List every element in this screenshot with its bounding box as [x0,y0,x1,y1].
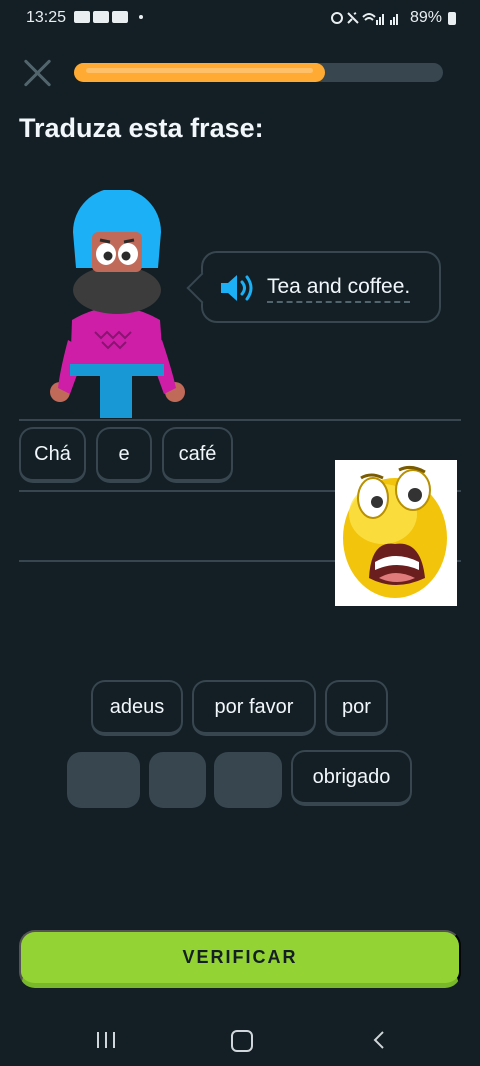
scared-emoji-sticker [335,460,457,606]
home-icon[interactable] [231,1030,253,1052]
status-time: 13:25 [26,9,67,26]
word-bank-empty-slot [67,752,140,808]
back-icon[interactable] [370,1030,390,1050]
system-status-icons [330,12,398,25]
answer-tile[interactable]: Chá [19,427,86,483]
word-bank-tile[interactable]: por [325,680,388,736]
verify-button[interactable]: VERIFICAR [19,930,461,988]
word-bank-tile[interactable]: por favor [192,680,316,736]
battery-icon [448,11,456,25]
status-right: 89% [330,9,456,27]
more-notifications-icon [139,15,143,19]
character-illustration [50,190,185,418]
youtube-notification-icon [112,11,128,23]
app-notification-icon [93,11,109,23]
speaker-icon[interactable] [219,273,257,303]
lesson-progress-fill [74,63,325,82]
answer-tile[interactable]: e [96,427,152,483]
answer-line [19,419,461,421]
close-icon[interactable] [22,58,52,88]
navigation-bar [0,1010,480,1066]
word-bank-tile[interactable]: adeus [91,680,183,736]
youtube-notification-icon [74,11,90,23]
speech-bubble: Tea and coffee. [186,251,441,323]
speech-bubble-tail [186,272,218,304]
prompt-sentence[interactable]: Tea and coffee. [267,275,411,303]
word-bank-empty-slot [149,752,206,808]
recent-apps-icon[interactable] [97,1032,117,1048]
notification-icons [74,11,143,23]
word-bank-empty-slot [214,752,282,808]
battery-percent: 89% [409,9,442,26]
status-bar: 13:25 89% [0,0,480,36]
page-title: Traduza esta frase: [19,113,264,143]
word-bank-tile[interactable]: obrigado [291,750,412,806]
lesson-progress-bar [74,63,443,82]
answer-tile[interactable]: café [162,427,233,483]
